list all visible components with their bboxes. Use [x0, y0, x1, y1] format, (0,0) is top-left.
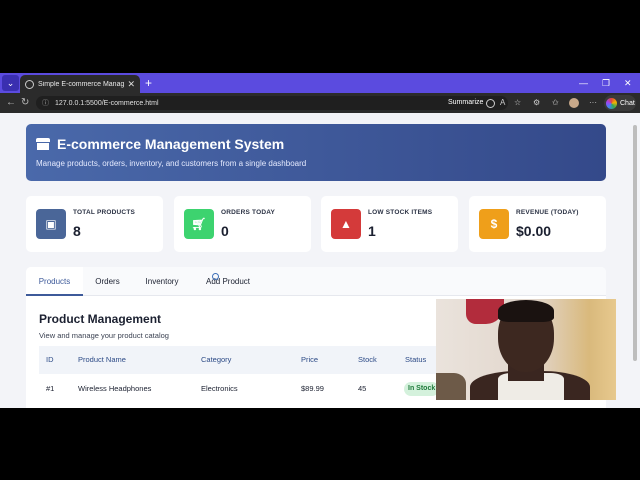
- column-header-name[interactable]: Product Name: [78, 346, 126, 374]
- stat-card-low-stock: ▲ LOW STOCK ITEMS 1: [321, 196, 458, 252]
- page-title: E-commerce Management System: [36, 136, 596, 152]
- chat-button[interactable]: Chat: [604, 95, 636, 111]
- column-header-stock[interactable]: Stock: [358, 346, 377, 374]
- restore-icon[interactable]: ❐: [602, 75, 610, 91]
- summarize-label: Summarize: [448, 99, 484, 106]
- store-icon: [36, 138, 50, 150]
- address-bar: ← ↻ ⓘ 127.0.0.1:5500/E-commerce.html Sum…: [0, 93, 640, 113]
- page-title-text: E-commerce Management System: [57, 136, 285, 152]
- section-tabs: Products Orders Inventory Add Product: [26, 267, 606, 296]
- box-icon: ▣: [36, 209, 66, 239]
- close-tab-icon[interactable]: ✕: [127, 79, 135, 90]
- status-badge: In Stock: [404, 382, 440, 396]
- url-input[interactable]: ⓘ 127.0.0.1:5500/E-commerce.html: [36, 96, 508, 110]
- page-scrollbar[interactable]: [632, 117, 638, 402]
- stat-value: 1: [368, 223, 376, 239]
- summarize-icon: [486, 98, 496, 108]
- dollar-icon: $: [479, 209, 509, 239]
- new-tab-button[interactable]: +: [145, 75, 152, 91]
- tab-inventory[interactable]: Inventory: [134, 267, 190, 296]
- tab-bar: ⌄ Simple E-commerce Management ✕ + — ❐ ✕: [0, 73, 640, 93]
- warning-icon: ▲: [331, 209, 361, 239]
- column-header-category[interactable]: Category: [201, 346, 231, 374]
- cell-name: Wireless Headphones: [78, 384, 152, 393]
- tab-actions-button[interactable]: ⌄: [2, 75, 19, 91]
- mouse-cursor: [212, 273, 219, 280]
- summarize-button[interactable]: Summarize: [448, 96, 496, 110]
- column-header-price[interactable]: Price: [301, 346, 318, 374]
- section-subtitle: View and manage your product catalog: [39, 331, 169, 340]
- back-icon[interactable]: ←: [6, 96, 16, 110]
- tab-products[interactable]: Products: [26, 267, 83, 296]
- close-window-icon[interactable]: ✕: [624, 75, 632, 91]
- refresh-icon[interactable]: ↻: [21, 96, 29, 110]
- stat-value: $0.00: [516, 223, 552, 239]
- cart-icon: 🛒︎: [184, 209, 214, 239]
- tab-title: Simple E-commerce Management: [38, 80, 125, 88]
- stat-label: REVENUE (TODAY): [516, 209, 579, 216]
- url-text: 127.0.0.1:5500/E-commerce.html: [55, 99, 159, 107]
- info-icon: ⓘ: [42, 100, 49, 107]
- stat-card-total-products: ▣ TOTAL PRODUCTS 8: [26, 196, 163, 252]
- favorite-icon[interactable]: ☆: [514, 96, 521, 110]
- more-icon[interactable]: ···: [589, 96, 597, 110]
- column-header-id[interactable]: ID: [46, 346, 54, 374]
- cell-id: #1: [46, 384, 55, 393]
- tab-orders[interactable]: Orders: [83, 267, 132, 296]
- minimize-icon[interactable]: —: [579, 75, 588, 91]
- stat-card-orders-today: 🛒︎ ORDERS TODAY 0: [174, 196, 311, 252]
- stat-label: TOTAL PRODUCTS: [73, 209, 136, 216]
- favorites-icon[interactable]: ✩: [552, 96, 559, 110]
- section-title: Product Management: [39, 312, 162, 326]
- cell-stock: 45: [358, 384, 367, 393]
- tab-add-product[interactable]: Add Product: [198, 267, 258, 296]
- stat-label: LOW STOCK ITEMS: [368, 209, 433, 216]
- read-aloud-icon[interactable]: A: [500, 96, 505, 110]
- scrollbar-thumb[interactable]: [633, 125, 637, 361]
- profile-avatar[interactable]: [569, 98, 579, 108]
- page-subtitle: Manage products, orders, inventory, and …: [36, 159, 307, 168]
- webcam-fabric: [436, 373, 466, 400]
- globe-icon: [25, 79, 34, 89]
- cell-category: Electronics: [201, 384, 238, 393]
- extensions-icon[interactable]: ⚙: [533, 96, 540, 110]
- webcam-person-hair: [498, 300, 554, 322]
- stat-value: 8: [73, 223, 81, 239]
- cell-price: $89.99: [301, 384, 324, 393]
- stat-card-revenue: $ REVENUE (TODAY) $0.00: [469, 196, 606, 252]
- copilot-icon: [606, 97, 617, 109]
- column-header-status[interactable]: Status: [405, 346, 426, 374]
- chat-label: Chat: [620, 99, 635, 107]
- dashboard-header: E-commerce Management System Manage prod…: [26, 124, 606, 181]
- browser-tab[interactable]: Simple E-commerce Management ✕: [20, 75, 140, 93]
- stat-label: ORDERS TODAY: [221, 209, 276, 216]
- webcam-overlay: [436, 299, 616, 400]
- stat-value: 0: [221, 223, 229, 239]
